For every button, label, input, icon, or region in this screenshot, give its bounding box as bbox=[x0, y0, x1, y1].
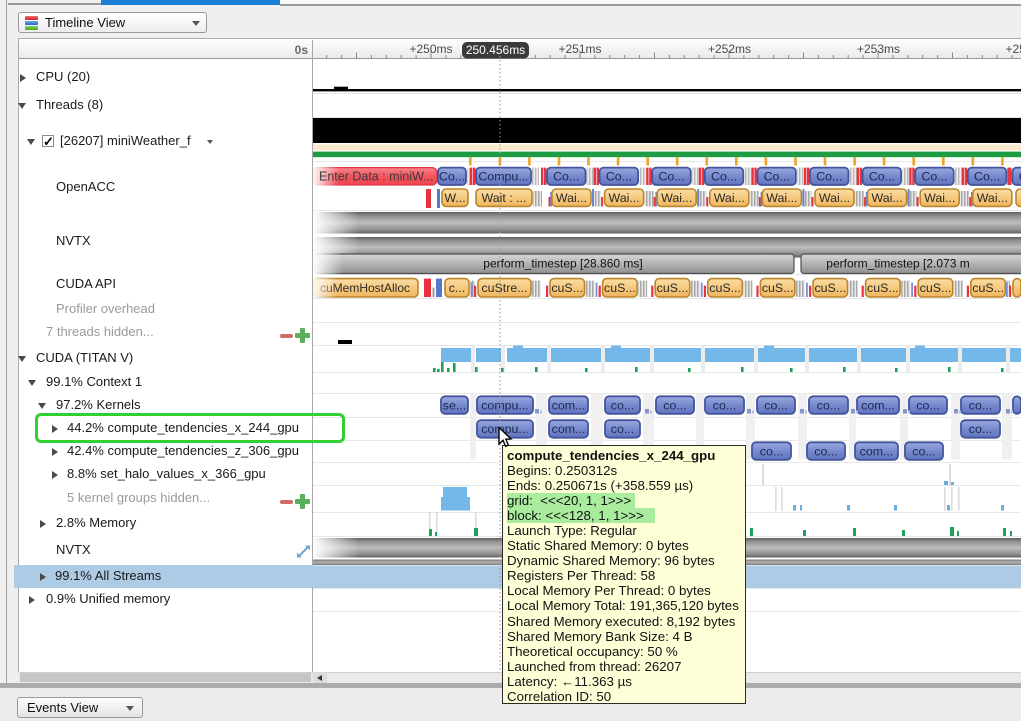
svg-text:Co...: Co... bbox=[553, 170, 579, 184]
svg-text:cuS...: cuS... bbox=[814, 281, 846, 295]
svg-text:com...: com... bbox=[552, 398, 586, 412]
svg-text:Co...: Co... bbox=[658, 170, 684, 184]
svg-text:Compu...: Compu... bbox=[478, 170, 528, 184]
svg-text:cuS...: cuS... bbox=[657, 281, 689, 295]
svg-text:co...: co... bbox=[814, 444, 837, 458]
svg-text:co...: co... bbox=[912, 444, 935, 458]
svg-text:co...: co... bbox=[713, 398, 736, 412]
svg-text:Co...: Co... bbox=[439, 170, 465, 184]
svg-text:Wai...: Wai... bbox=[556, 191, 587, 205]
svg-text:+251ms: +251ms bbox=[558, 42, 601, 56]
svg-text:Co...: Co... bbox=[921, 170, 947, 184]
svg-text:Co...: Co... bbox=[606, 170, 632, 184]
svg-text:Wai...: Wai... bbox=[766, 191, 797, 205]
svg-text:co...: co... bbox=[764, 398, 787, 412]
svg-text:cuS...: cuS... bbox=[867, 281, 899, 295]
svg-text:cuStre...: cuStre... bbox=[481, 281, 527, 295]
svg-text:Wait : ...: Wait : ... bbox=[482, 191, 527, 205]
svg-text:+252ms: +252ms bbox=[708, 42, 751, 56]
svg-text:Co...: Co... bbox=[711, 170, 737, 184]
svg-text:perform_timestep [28.860 ms]: perform_timestep [28.860 ms] bbox=[483, 257, 642, 271]
svg-text:Co...: Co... bbox=[764, 170, 790, 184]
svg-text:co...: co... bbox=[663, 398, 686, 412]
svg-text:Wai...: Wai... bbox=[661, 191, 692, 205]
svg-text:Wai...: Wai... bbox=[871, 191, 902, 205]
svg-text:perform_timestep [2.073 m: perform_timestep [2.073 m bbox=[826, 257, 969, 271]
svg-text:+250ms: +250ms bbox=[409, 42, 452, 56]
svg-text:Enter Data : miniW...: Enter Data : miniW... bbox=[319, 170, 434, 184]
svg-text:co...: co... bbox=[916, 398, 939, 412]
svg-text:Wai...: Wai... bbox=[714, 191, 745, 205]
svg-text:Wai...: Wai... bbox=[608, 191, 639, 205]
svg-text:cuS...: cuS... bbox=[709, 281, 741, 295]
svg-text:Wai...: Wai... bbox=[819, 191, 850, 205]
svg-text:com...: com... bbox=[552, 422, 586, 436]
svg-text:cuS...: cuS... bbox=[972, 281, 1004, 295]
svg-text:Wai...: Wai... bbox=[924, 191, 955, 205]
svg-text:cuS...: cuS... bbox=[604, 281, 636, 295]
svg-text:co...: co... bbox=[611, 422, 634, 436]
svg-text:Wai...: Wai... bbox=[977, 191, 1008, 205]
svg-text:Co...: Co... bbox=[869, 170, 895, 184]
svg-text:cuS...: cuS... bbox=[920, 281, 952, 295]
svg-text:co...: co... bbox=[969, 398, 992, 412]
svg-text:cuS...: cuS... bbox=[551, 281, 583, 295]
svg-text:c...: c... bbox=[449, 281, 466, 295]
svg-text:se...: se... bbox=[443, 398, 466, 412]
svg-text:compu...: compu... bbox=[481, 398, 529, 412]
svg-text:co...: co... bbox=[969, 422, 992, 436]
svg-text:co...: co... bbox=[760, 444, 783, 458]
svg-text:Co...: Co... bbox=[816, 170, 842, 184]
svg-text:com...: com... bbox=[860, 444, 894, 458]
svg-text:co...: co... bbox=[611, 398, 634, 412]
svg-text:+254ms: +254ms bbox=[1005, 42, 1021, 56]
svg-text:Co...: Co... bbox=[974, 170, 1000, 184]
svg-text:+253ms: +253ms bbox=[857, 42, 900, 56]
svg-text:com...: com... bbox=[861, 398, 895, 412]
svg-text:250.456ms: 250.456ms bbox=[466, 43, 525, 57]
svg-text:cuS...: cuS... bbox=[762, 281, 794, 295]
svg-text:W...: W... bbox=[444, 191, 465, 205]
svg-text:co...: co... bbox=[817, 398, 840, 412]
